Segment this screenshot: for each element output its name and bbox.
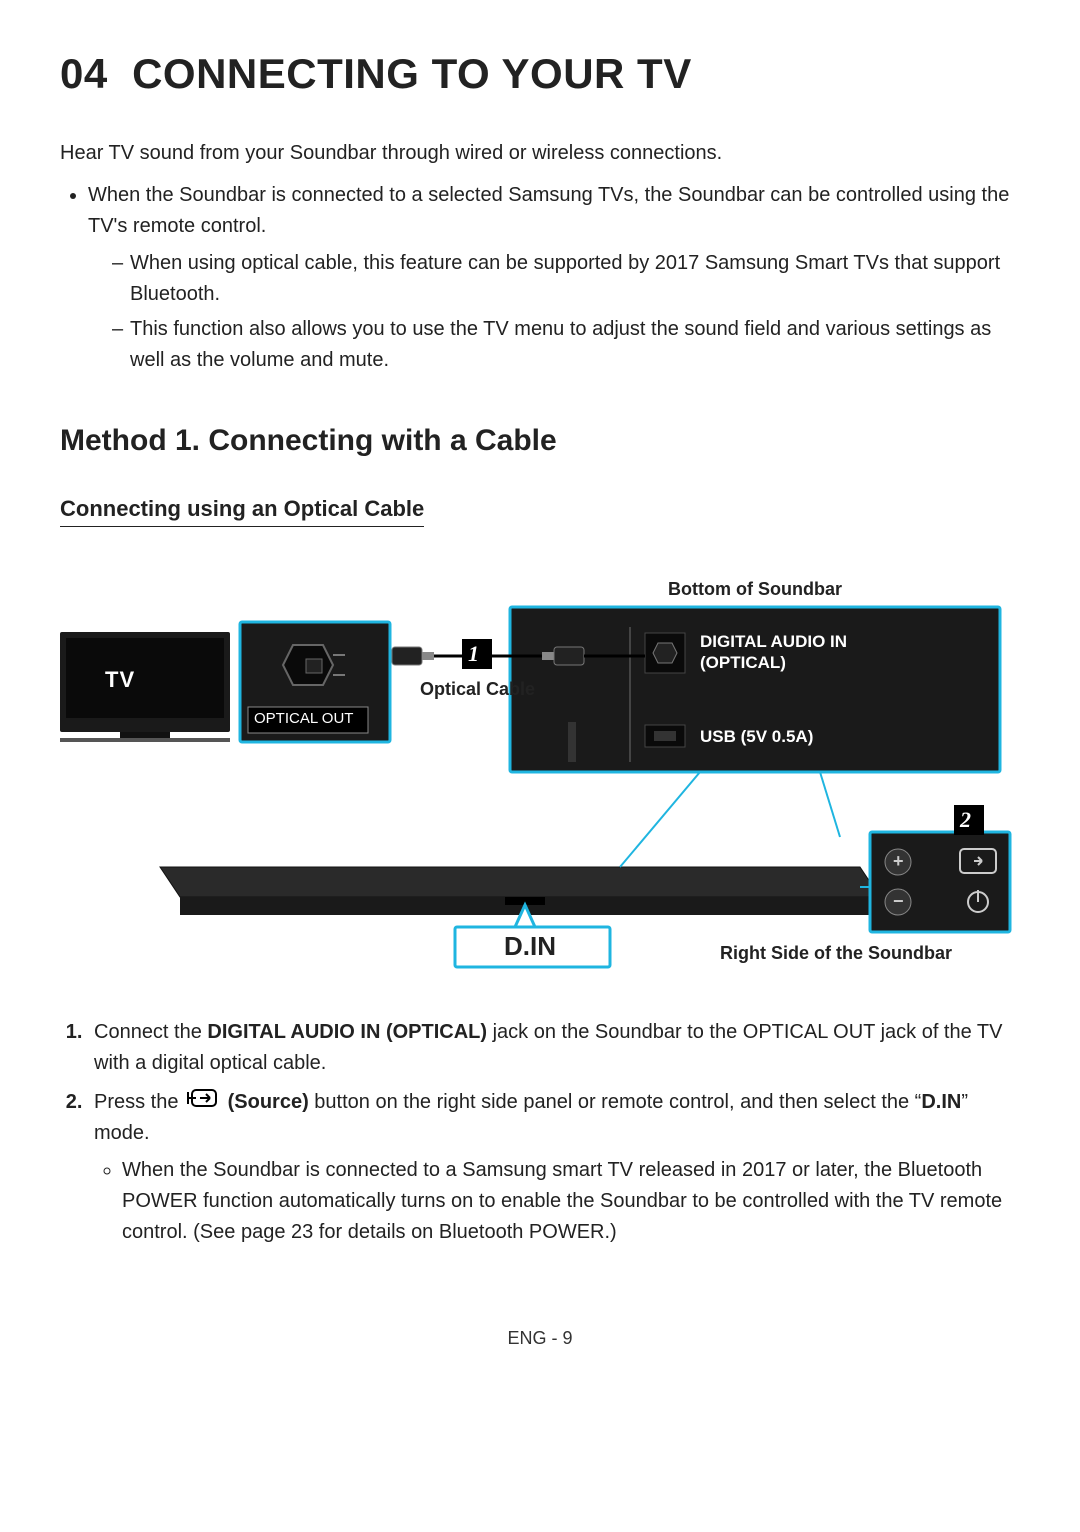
source-inline-icon — [186, 1087, 220, 1118]
optical-out-label: OPTICAL OUT — [254, 710, 353, 727]
list-item: This function also allows you to use the… — [112, 314, 1020, 376]
tv-optical-port-inner — [306, 659, 322, 673]
din-label: D.IN — [504, 931, 556, 962]
callout-2-label: 2 — [960, 807, 971, 833]
step2-source-bold: (Source) — [228, 1091, 309, 1113]
digital-audio-in-label: DIGITAL AUDIO IN (OPTICAL) — [700, 631, 880, 674]
page-footer: ENG - 9 — [60, 1328, 1020, 1349]
dash-sublist: When using optical cable, this feature c… — [88, 248, 1020, 376]
diagram-svg — [60, 567, 1020, 987]
soundbar-body-top — [160, 867, 880, 897]
steps-list: Connect the DIGITAL AUDIO IN (OPTICAL) j… — [60, 1017, 1020, 1248]
bullet-main-text: When the Soundbar is connected to a sele… — [88, 184, 1009, 237]
zoom-pointer-line-2 — [820, 772, 840, 837]
usb-label: USB (5V 0.5A) — [700, 727, 813, 747]
cable-plug-right-icon — [554, 647, 584, 665]
right-side-label: Right Side of the Soundbar — [720, 943, 952, 964]
list-item: When the Soundbar is connected to a Sams… — [122, 1155, 1020, 1248]
callout-1-label: 1 — [468, 641, 479, 667]
list-item: When the Soundbar is connected to a sele… — [88, 180, 1020, 376]
step2-pre: Press the — [94, 1091, 184, 1113]
bottom-of-soundbar-label: Bottom of Soundbar — [668, 579, 842, 600]
section-title-text: CONNECTING TO YOUR TV — [132, 50, 692, 97]
connection-diagram: Bottom of Soundbar TV OPTICAL OUT Optica… — [60, 567, 1020, 987]
cable-tip-left-icon — [422, 652, 434, 660]
step1-pre: Connect the — [94, 1021, 207, 1043]
list-item: Connect the DIGITAL AUDIO IN (OPTICAL) j… — [88, 1017, 1020, 1079]
section-number: 04 — [60, 50, 108, 97]
step2-sub-bullets: When the Soundbar is connected to a Sams… — [94, 1155, 1020, 1248]
step2-mid: button on the right side panel or remote… — [309, 1091, 922, 1113]
optical-port-shape-icon — [653, 643, 677, 663]
method-heading: Method 1. Connecting with a Cable — [60, 424, 1020, 458]
sub-heading: Connecting using an Optical Cable — [60, 496, 424, 527]
cable-plug-left-icon — [392, 647, 422, 665]
list-item: When using optical cable, this feature c… — [112, 248, 1020, 310]
intro-paragraph: Hear TV sound from your Soundbar through… — [60, 138, 1020, 168]
intro-bullet-list: When the Soundbar is connected to a sele… — [60, 180, 1020, 376]
step2-din-bold: D.IN — [921, 1091, 961, 1113]
tv-base — [60, 738, 230, 742]
right-side-panel — [870, 832, 1010, 932]
tv-stand — [120, 732, 170, 738]
cable-tip-right-icon — [542, 652, 554, 660]
list-item: Press the (Source) button on the right s… — [88, 1087, 1020, 1248]
usb-port-slot-icon — [654, 731, 676, 741]
section-heading: 04 CONNECTING TO YOUR TV — [60, 50, 1020, 98]
zoom-pointer-line-1 — [620, 772, 700, 867]
panel-foot-icon — [568, 722, 576, 762]
plus-label: + — [893, 851, 904, 872]
tv-screen — [66, 638, 224, 718]
step1-bold: DIGITAL AUDIO IN (OPTICAL) — [207, 1021, 487, 1043]
minus-label: − — [893, 891, 904, 912]
optical-cable-label: Optical Cable — [420, 679, 535, 700]
tv-label: TV — [105, 667, 135, 693]
